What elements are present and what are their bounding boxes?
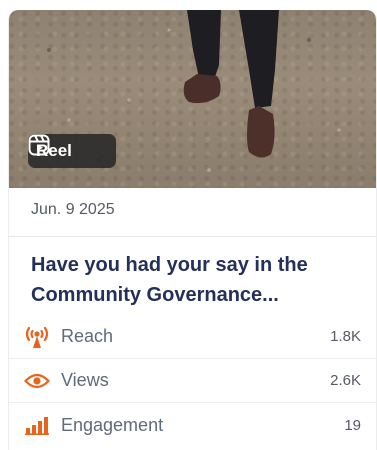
reel-badge: Reel bbox=[28, 134, 116, 168]
metric-value-reach: 1.8K bbox=[330, 328, 361, 345]
metric-row-reach[interactable]: Reach 1.8K bbox=[9, 315, 376, 359]
broadcast-icon bbox=[23, 325, 51, 349]
metric-label-reach: Reach bbox=[61, 326, 114, 346]
post-title[interactable]: Have you had your say in the Community G… bbox=[31, 250, 371, 310]
divider bbox=[9, 236, 376, 237]
metric-label-views: Views bbox=[61, 370, 109, 390]
metric-value-views: 2.6K bbox=[330, 372, 361, 389]
bar-chart-icon bbox=[23, 413, 51, 437]
post-thumbnail[interactable]: Reel bbox=[9, 10, 376, 188]
metric-value-engagement: 19 bbox=[344, 416, 361, 434]
eye-icon bbox=[23, 369, 51, 393]
post-date: Jun. 9 2025 bbox=[31, 201, 115, 218]
post-card[interactable]: Reel Jun. 9 2025 Have you had your say i… bbox=[8, 10, 377, 450]
metrics-list: Reach 1.8K Views 2.6K Engagement 19 bbox=[9, 315, 376, 447]
metric-row-views[interactable]: Views 2.6K bbox=[9, 359, 376, 403]
metric-label-engagement: Engagement bbox=[61, 414, 164, 435]
reel-icon bbox=[28, 134, 50, 156]
metric-row-engagement[interactable]: Engagement 19 bbox=[9, 403, 376, 447]
